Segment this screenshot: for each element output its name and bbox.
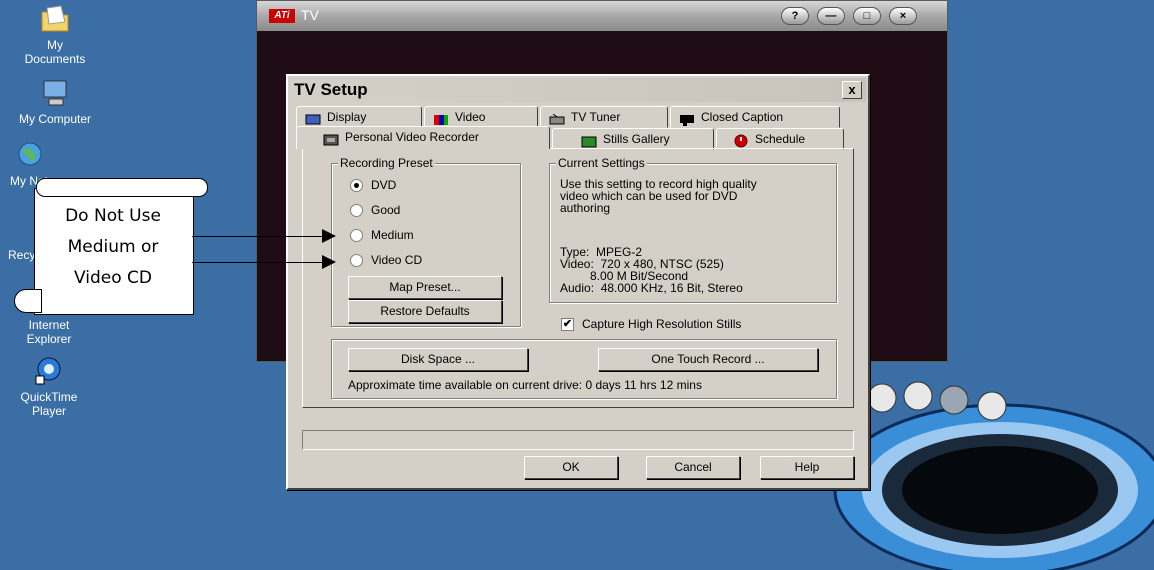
tab-display[interactable]: Display <box>296 106 422 128</box>
desktop-icon-label: Player <box>31 404 66 418</box>
quicktime-icon <box>33 356 65 386</box>
minimize-button[interactable]: — <box>817 7 845 25</box>
maximize-button[interactable]: □ <box>853 7 881 25</box>
group-label: Current Settings <box>556 156 647 170</box>
capture-high-res-checkbox[interactable]: ✔ Capture High Resolution Stills <box>561 317 742 332</box>
desktop-icon-label: My Computer <box>18 112 92 126</box>
desktop-icon-my-documents[interactable]: My Documents <box>0 4 110 66</box>
restore-defaults-button[interactable]: Restore Defaults <box>348 300 502 323</box>
arrowhead-icon <box>322 229 336 243</box>
cancel-button[interactable]: Cancel <box>646 456 740 479</box>
recording-preset-group: Recording Preset DVD Good Medium Video C… <box>331 156 521 327</box>
network-globe-icon <box>14 140 46 170</box>
desktop-icon-quicktime[interactable]: QuickTime Player <box>0 356 104 418</box>
tab-tv-tuner[interactable]: TV Tuner <box>540 106 668 128</box>
annotation-line: Medium or <box>67 237 159 257</box>
tab-schedule[interactable]: Schedule <box>716 128 844 150</box>
radio-good[interactable]: Good <box>350 203 401 218</box>
annotation-arrow-line <box>192 262 322 263</box>
speaker-icon <box>977 391 1007 421</box>
arrowhead-icon <box>322 255 336 269</box>
annotation-scroll-bottom <box>14 289 42 313</box>
tab-label: Personal Video Recorder <box>345 130 479 144</box>
desktop-icon-label: Documents <box>24 52 86 66</box>
tab-label: Schedule <box>755 132 806 146</box>
remote-button-icon <box>939 385 969 415</box>
tab-label: TV Tuner <box>571 110 621 124</box>
radio-icon <box>350 229 363 243</box>
computer-icon <box>39 78 71 108</box>
tv-tuner-icon <box>549 112 565 125</box>
radio-selected-icon <box>350 179 363 193</box>
radio-icon <box>350 204 363 218</box>
tab-closed-caption[interactable]: Closed Caption <box>670 106 840 128</box>
annotation-scroll-top <box>36 178 208 197</box>
help-button[interactable]: ? <box>781 7 809 25</box>
desktop-icon-label: My <box>47 38 63 52</box>
recorder-icon <box>323 132 339 146</box>
radio-label: DVD <box>371 178 397 192</box>
group-label: Recording Preset <box>338 156 435 170</box>
annotation-arrow-line <box>192 236 322 237</box>
current-settings-group: Current Settings Use this setting to rec… <box>549 156 837 303</box>
checkmark-icon: ✔ <box>561 318 574 332</box>
desktop-icon-internet-explorer[interactable]: Internet Explorer <box>0 318 104 346</box>
radio-label: Medium <box>371 228 414 242</box>
caption-icon <box>679 112 695 126</box>
status-bar <box>302 430 854 450</box>
tab-label: Display <box>327 110 367 124</box>
radio-dvd[interactable]: DVD <box>350 178 397 193</box>
disk-space-button[interactable]: Disk Space ... <box>348 348 528 371</box>
ati-logo: ATi <box>269 9 295 23</box>
annotation-line: Do Not Use <box>65 206 161 226</box>
close-button[interactable]: × <box>889 7 917 25</box>
dialog-titlebar: TV Setup x <box>290 78 866 102</box>
tv-window-title: TV <box>301 7 319 23</box>
tab-panel: Recording Preset DVD Good Medium Video C… <box>302 148 854 408</box>
tv-titlebar: ATi TV ? — □ × <box>257 1 947 31</box>
display-icon <box>305 112 321 125</box>
settings-details: Type: MPEG-2 Video: 720 x 480, NTSC (525… <box>560 245 743 295</box>
remote-button-icon <box>867 383 897 413</box>
tab-personal-video-recorder[interactable]: Personal Video Recorder <box>296 126 550 149</box>
annotation-line: Video CD <box>74 268 152 288</box>
checkbox-label: Capture High Resolution Stills <box>582 317 742 331</box>
desktop-icon-label: Explorer <box>26 332 72 346</box>
settings-description: Use this setting to record high quality … <box>560 177 757 215</box>
dialog-title: TV Setup <box>294 80 368 99</box>
help-dialog-button[interactable]: Help <box>760 456 854 479</box>
time-available-text: Approximate time available on current dr… <box>348 378 702 392</box>
disk-group: Disk Space ... One Touch Record ... Appr… <box>331 339 837 399</box>
radio-label: Video CD <box>371 253 423 267</box>
tv-setup-dialog: TV Setup x Display Video TV Tuner Closed… <box>286 74 870 490</box>
radio-video-cd[interactable]: Video CD <box>350 253 423 268</box>
folder-icon <box>39 4 71 34</box>
map-preset-button[interactable]: Map Preset... <box>348 276 502 299</box>
radio-icon <box>350 254 363 268</box>
desktop-icon-my-computer[interactable]: My Computer <box>0 78 110 126</box>
radio-medium[interactable]: Medium <box>350 228 414 243</box>
dialog-close-button[interactable]: x <box>842 81 862 99</box>
desktop-icon-label: QuickTime <box>20 390 78 404</box>
one-touch-record-button[interactable]: One Touch Record ... <box>598 348 818 371</box>
ok-button[interactable]: OK <box>524 456 618 479</box>
tab-stills-gallery[interactable]: Stills Gallery <box>552 128 714 150</box>
gallery-icon <box>581 134 597 148</box>
desktop-icon-label: Internet <box>28 318 70 332</box>
radio-label: Good <box>371 203 401 217</box>
tab-label: Video <box>455 110 486 124</box>
lock-icon <box>903 381 933 411</box>
remote-control-graphic <box>833 381 1154 570</box>
tab-label: Closed Caption <box>701 110 784 124</box>
tab-label: Stills Gallery <box>603 132 670 146</box>
clock-icon <box>733 134 749 148</box>
tab-video[interactable]: Video <box>424 106 538 128</box>
video-icon <box>433 112 449 125</box>
